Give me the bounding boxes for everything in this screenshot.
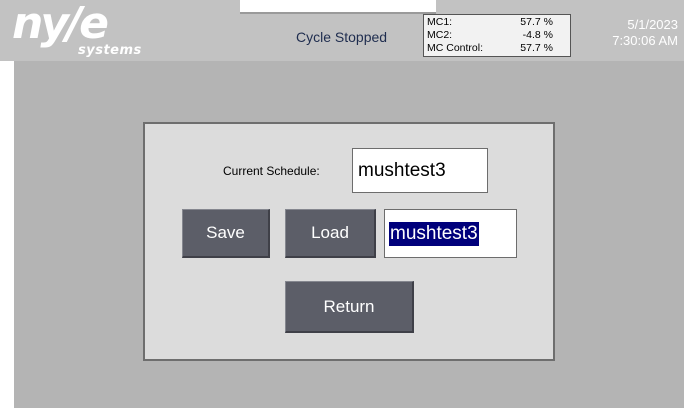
current-schedule-label: Current Schedule: [223,164,320,178]
mc-control-value: 57.7 % [520,42,553,54]
mc2-reading: MC2: -4.8 % [427,29,567,42]
header-tab-area [240,0,436,14]
mc1-reading: MC1: 57.7 % [427,16,567,29]
return-button[interactable]: Return [285,281,414,333]
mc2-value: -4.8 % [522,29,553,41]
schedule-name-input[interactable]: mushtest3 [384,209,517,258]
cycle-status-text: Cycle Stopped [296,29,388,45]
schedule-name-selected-text: mushtest3 [389,222,479,246]
logo-subtext: systems [78,43,142,58]
save-button[interactable]: Save [182,209,270,258]
current-schedule-field: mushtest3 [352,148,488,193]
mc1-value: 57.7 % [520,16,553,28]
header-bar: ny/e systems Cycle Stopped MC1: 57.7 % M… [0,0,684,61]
mc1-label: MC1: [427,16,453,28]
mc-readings-box: MC1: 57.7 % MC2: -4.8 % MC Control: 57.7… [423,14,571,57]
logo-brand-text: ny/e [12,0,109,49]
load-button[interactable]: Load [285,209,376,258]
hmi-screen: ny/e systems Cycle Stopped MC1: 57.7 % M… [0,0,684,408]
time-text: 7:30:06 AM [612,33,678,48]
mc-control-reading: MC Control: 57.7 % [427,42,567,55]
datetime-display: 5/1/2023 7:30:06 AM [612,17,678,49]
mc2-label: MC2: [427,29,453,41]
date-text: 5/1/2023 [627,17,678,32]
nyle-logo: ny/e systems [12,2,148,59]
mc-control-label: MC Control: [427,42,484,54]
